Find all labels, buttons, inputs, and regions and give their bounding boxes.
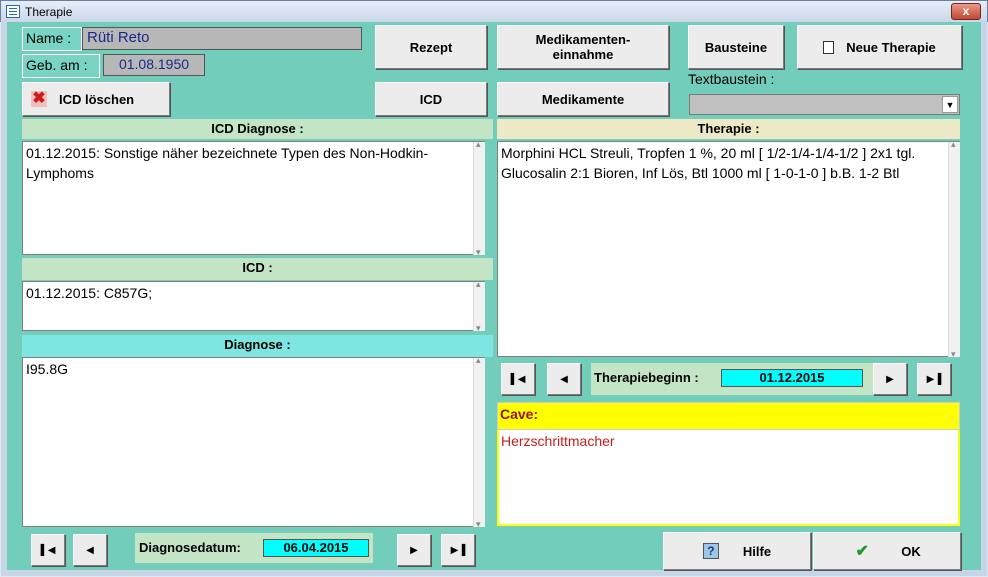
- therapiebeginn-label: Therapiebeginn :: [594, 370, 699, 385]
- icd-loeschen-label: ICD löschen: [59, 91, 135, 107]
- diagnosedatum-label: Diagnosedatum:: [139, 540, 241, 555]
- rezept-button[interactable]: Rezept: [375, 25, 487, 69]
- icd-diagnose-text[interactable]: 01.12.2015: Sonstige näher bezeichnete T…: [22, 141, 485, 255]
- therapie-previous-record-icon[interactable]: ◀: [547, 363, 581, 395]
- icd-button[interactable]: ICD: [375, 82, 487, 116]
- hilfe-button[interactable]: ? Hilfe: [663, 532, 811, 570]
- delete-x-icon: ✖: [31, 90, 47, 107]
- first-record-icon[interactable]: ▌◀: [31, 534, 65, 566]
- birthdate-field[interactable]: 01.08.1950: [103, 54, 205, 76]
- icd-diagnose-scrollbar[interactable]: [473, 139, 485, 258]
- hilfe-label: Hilfe: [742, 543, 772, 559]
- window-list-icon: [6, 5, 20, 18]
- dropdown-arrow-icon[interactable]: ▼: [942, 96, 958, 113]
- diagnose-scrollbar[interactable]: [473, 355, 485, 530]
- therapiebeginn-field[interactable]: 01.12.2015: [721, 369, 863, 387]
- therapie-line-2: Glucosalin 2:1 Bioren, Inf Lös, Btl 1000…: [501, 165, 900, 181]
- neue-therapie-label: Neue Therapie: [846, 39, 936, 55]
- neue-therapie-button[interactable]: Neue Therapie: [797, 25, 962, 69]
- icd-diagnose-header: ICD Diagnose :: [22, 119, 493, 139]
- therapie-last-record-icon[interactable]: ▶▐: [917, 363, 951, 395]
- therapie-first-record-icon[interactable]: ▌◀: [501, 363, 535, 395]
- checkmark-icon: ✔: [855, 543, 869, 560]
- cave-header: Cave:: [497, 402, 960, 430]
- therapie-next-record-icon[interactable]: ▶: [873, 363, 907, 395]
- diagnose-text[interactable]: I95.8G: [22, 357, 485, 527]
- icd-loeschen-button[interactable]: ✖ ICD löschen: [22, 82, 170, 116]
- window-client: Name : Rüti Reto Geb. am : 01.08.1950 ✖ …: [1, 22, 987, 576]
- therapie-text[interactable]: Morphini HCL Streuli, Tropfen 1 %, 20 ml…: [497, 141, 960, 357]
- diagnose-header: Diagnose :: [22, 335, 493, 357]
- diagnosedatum-field[interactable]: 06.04.2015: [263, 539, 369, 557]
- previous-record-icon[interactable]: ◀: [73, 534, 107, 566]
- help-icon: ?: [702, 543, 719, 559]
- therapie-header: Therapie :: [497, 119, 960, 139]
- ok-label: OK: [901, 543, 921, 559]
- icd-text[interactable]: 01.12.2015: C857G;: [22, 281, 485, 331]
- textbaustein-select[interactable]: ▼: [689, 94, 960, 115]
- ok-button[interactable]: ✔ OK: [813, 532, 961, 570]
- therapie-line-1: Morphini HCL Streuli, Tropfen 1 %, 20 ml…: [501, 145, 916, 161]
- window-title: Therapie: [25, 5, 73, 19]
- name-label: Name :: [22, 27, 82, 51]
- icd-header: ICD :: [22, 258, 493, 280]
- document-icon: [823, 40, 835, 54]
- birthdate-label: Geb. am :: [22, 54, 100, 78]
- medikamente-button[interactable]: Medikamente: [497, 82, 669, 116]
- cave-text[interactable]: Herzschrittmacher: [497, 430, 960, 526]
- therapie-scrollbar[interactable]: [948, 139, 960, 360]
- title-bar: Therapie x: [0, 0, 988, 22]
- next-record-icon[interactable]: ▶: [397, 534, 431, 566]
- icd-scrollbar[interactable]: [473, 279, 485, 334]
- close-button[interactable]: x: [951, 3, 981, 20]
- medikamenteneinnahme-button[interactable]: Medikamenten- einnahme: [497, 25, 669, 69]
- last-record-icon[interactable]: ▶▐: [441, 534, 475, 566]
- textbaustein-label: Textbaustein :: [688, 71, 775, 87]
- bausteine-button[interactable]: Bausteine: [688, 25, 784, 69]
- name-field[interactable]: Rüti Reto: [82, 27, 362, 50]
